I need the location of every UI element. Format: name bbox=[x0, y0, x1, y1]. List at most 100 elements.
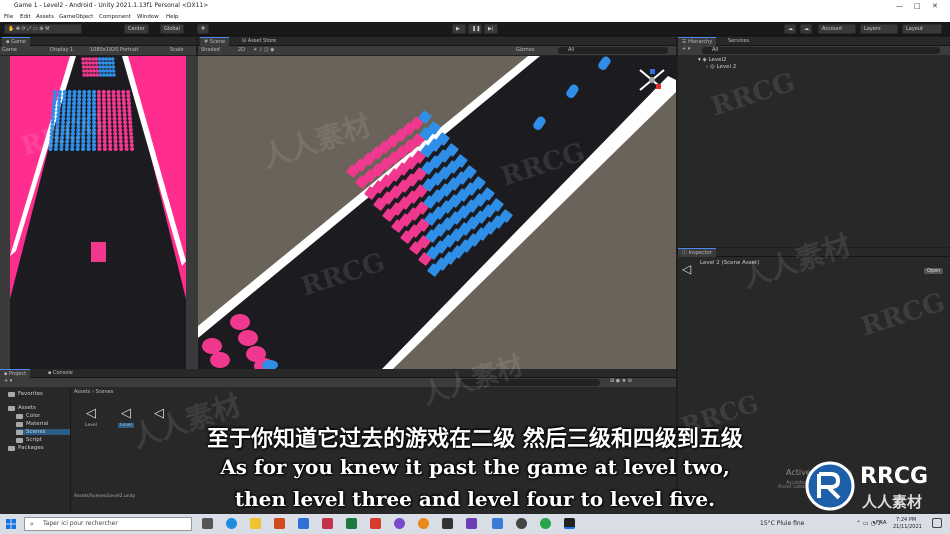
unity-editor-icon[interactable] bbox=[564, 518, 575, 529]
tab-hierarchy[interactable]: ☰ Hierarchy bbox=[678, 37, 717, 46]
game-ball bbox=[77, 97, 82, 102]
game-ball bbox=[92, 128, 96, 132]
game-ball bbox=[97, 116, 102, 121]
game-ball bbox=[107, 120, 112, 125]
office-icon[interactable] bbox=[274, 518, 285, 529]
game-ball bbox=[61, 105, 66, 110]
tree-item-assets[interactable]: Assets bbox=[8, 405, 36, 411]
game-ball bbox=[64, 147, 69, 151]
firefox-icon[interactable] bbox=[418, 518, 429, 529]
game-ball bbox=[108, 147, 113, 151]
game-ball bbox=[107, 128, 112, 132]
task-view-icon[interactable] bbox=[202, 518, 213, 529]
menu-file[interactable]: File bbox=[4, 12, 13, 22]
tree-item-color[interactable]: Color bbox=[16, 413, 40, 419]
clock-date[interactable]: 21/11/2021 bbox=[893, 524, 922, 530]
collab-icon[interactable]: ☁ bbox=[784, 24, 796, 34]
hierarchy-search-input[interactable]: All bbox=[702, 47, 940, 54]
transform-tools[interactable]: ✋ ✥ ⟳ ⤢ ▭ ⊕ ⚒ bbox=[4, 24, 82, 34]
game-ball bbox=[82, 101, 87, 106]
game-ball bbox=[92, 139, 96, 144]
cloud-icon[interactable]: ☁ bbox=[800, 24, 812, 34]
unity-hub-icon[interactable] bbox=[442, 518, 453, 529]
resolution-dropdown[interactable]: 1080x1920 Portrait bbox=[90, 46, 138, 55]
tab-services[interactable]: Services bbox=[724, 37, 753, 46]
game-ball bbox=[87, 57, 92, 61]
input-language[interactable]: FRA bbox=[876, 520, 887, 526]
open-button[interactable]: Open bbox=[924, 268, 944, 274]
hierarchy-item-level[interactable]: › ◎ Level 2 bbox=[706, 64, 736, 70]
project-filter-icons[interactable]: ⊞ ◉ ★ ⊘ bbox=[610, 378, 632, 384]
game-mode-dropdown[interactable]: Game bbox=[2, 46, 17, 55]
maximize-icon[interactable]: □ bbox=[914, 0, 921, 12]
tab-project[interactable]: ▪ Project bbox=[0, 369, 31, 378]
pivot-center-button[interactable]: Center bbox=[124, 24, 149, 34]
scene-view[interactable] bbox=[198, 56, 676, 369]
shading-dropdown[interactable]: Shaded bbox=[201, 46, 220, 55]
add-icon[interactable]: + ▾ bbox=[682, 46, 690, 52]
breadcrumb: Assets › Scenes bbox=[74, 389, 114, 395]
scene-light-icon[interactable]: ☀ ♪ ◫ ◉ bbox=[253, 46, 275, 55]
account-dropdown[interactable]: Account bbox=[818, 24, 856, 34]
game-ball bbox=[66, 109, 71, 113]
play-icon[interactable]: ▶ bbox=[452, 24, 466, 34]
game-ball bbox=[121, 93, 126, 98]
game-ball bbox=[113, 143, 118, 148]
breadcrumb-scenes[interactable]: Scenes bbox=[95, 389, 113, 395]
app-icon[interactable] bbox=[394, 518, 405, 529]
global-button[interactable]: Global bbox=[160, 24, 184, 34]
tab-game[interactable]: ▪ Game bbox=[2, 37, 30, 46]
step-icon[interactable]: ▶| bbox=[484, 24, 498, 34]
game-ball bbox=[101, 97, 106, 102]
chrome-icon[interactable] bbox=[540, 518, 551, 529]
favorites-item[interactable]: Favorites bbox=[8, 391, 43, 397]
minimize-icon[interactable]: — bbox=[896, 0, 903, 12]
tab-inspector[interactable]: ⓘ Inspector bbox=[678, 248, 716, 257]
project-search-input[interactable] bbox=[460, 379, 600, 386]
acrobat-icon[interactable] bbox=[370, 518, 381, 529]
game-ball bbox=[65, 143, 69, 148]
tab-asset-store[interactable]: ⛁ Asset Store bbox=[238, 37, 280, 46]
menu-window[interactable]: Window bbox=[137, 12, 159, 22]
word-icon[interactable] bbox=[298, 518, 309, 529]
game-ball bbox=[87, 97, 92, 102]
windows-start-icon[interactable] bbox=[6, 519, 16, 529]
edge-icon[interactable] bbox=[226, 518, 237, 529]
breadcrumb-assets[interactable]: Assets bbox=[74, 389, 90, 395]
game-view[interactable] bbox=[10, 56, 186, 369]
app-icon[interactable] bbox=[492, 518, 503, 529]
powerpoint-icon[interactable] bbox=[322, 518, 333, 529]
scene-search-input[interactable]: All bbox=[558, 47, 668, 54]
game-ball bbox=[76, 124, 81, 129]
notifications-icon[interactable] bbox=[932, 518, 942, 528]
close-icon[interactable]: ✕ bbox=[932, 0, 938, 12]
display-dropdown[interactable]: Display 1 bbox=[50, 46, 73, 55]
menu-assets[interactable]: Assets bbox=[36, 12, 54, 22]
menu-component[interactable]: Component bbox=[99, 12, 131, 22]
github-icon[interactable] bbox=[516, 518, 527, 529]
clock-time[interactable]: 7:24 PM bbox=[896, 517, 916, 523]
tab-scene[interactable]: # Scene bbox=[200, 37, 230, 46]
pause-icon[interactable]: ❚❚ bbox=[468, 24, 482, 34]
weather-widget[interactable]: 15°C Pluie fine bbox=[760, 520, 804, 527]
menu-gameobject[interactable]: GameObject bbox=[59, 12, 93, 22]
create-icon[interactable]: + ▾ bbox=[4, 378, 12, 384]
layout-dropdown[interactable]: Layout bbox=[902, 24, 942, 34]
game-ball bbox=[121, 90, 126, 94]
excel-icon[interactable] bbox=[346, 518, 357, 529]
hierarchy-item-scene[interactable]: ▾ ◈ Level2 bbox=[698, 57, 727, 63]
grid-snap-icon[interactable]: # bbox=[197, 24, 209, 34]
game-ball bbox=[127, 116, 132, 121]
game-ball bbox=[70, 143, 75, 148]
visual-studio-icon[interactable] bbox=[466, 518, 477, 529]
toggle-2d-button[interactable]: 2D bbox=[238, 46, 245, 55]
game-ball bbox=[71, 124, 76, 129]
gizmos-dropdown[interactable]: Gizmos bbox=[516, 46, 534, 55]
menu-help[interactable]: Help bbox=[166, 12, 179, 22]
tab-console[interactable]: ▪ Console bbox=[44, 369, 77, 378]
game-ball bbox=[67, 101, 72, 106]
file-explorer-icon[interactable] bbox=[250, 518, 261, 529]
taskbar-search-input[interactable]: ⌕ Taper ici pour rechercher bbox=[24, 517, 192, 531]
layers-dropdown[interactable]: Layers bbox=[860, 24, 898, 34]
menu-edit[interactable]: Edit bbox=[20, 12, 31, 22]
